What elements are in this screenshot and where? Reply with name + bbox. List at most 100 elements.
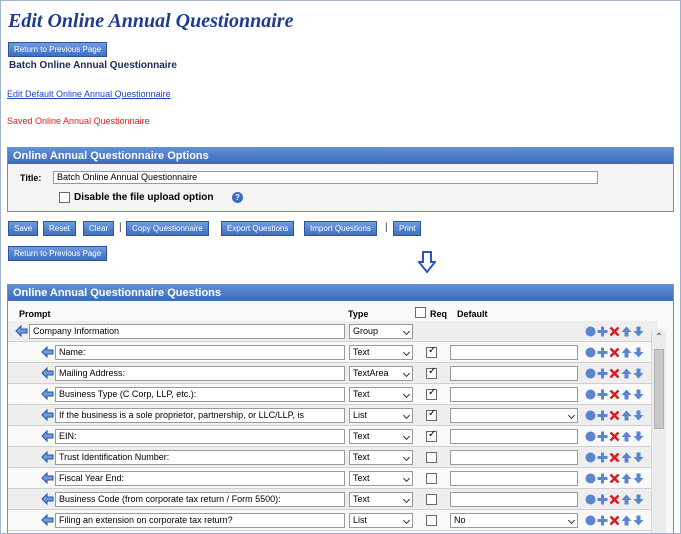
delete-icon[interactable] xyxy=(609,431,620,442)
delete-icon[interactable] xyxy=(609,515,620,526)
prompt-input[interactable]: Trust Identification Number: xyxy=(55,450,345,465)
type-select[interactable]: Text xyxy=(349,345,413,360)
delete-icon[interactable] xyxy=(609,473,620,484)
required-checkbox[interactable] xyxy=(426,345,437,358)
default-input[interactable] xyxy=(450,429,578,444)
move-icon[interactable] xyxy=(585,431,596,442)
delete-icon[interactable] xyxy=(609,452,620,463)
move-down-icon[interactable] xyxy=(633,494,644,505)
required-checkbox[interactable] xyxy=(426,494,437,505)
move-down-icon[interactable] xyxy=(633,389,644,400)
title-input[interactable]: Batch Online Annual Questionnaire xyxy=(53,171,598,184)
move-down-icon[interactable] xyxy=(633,515,644,526)
help-icon[interactable]: ? xyxy=(232,192,243,203)
add-icon[interactable] xyxy=(597,452,608,463)
default-select[interactable]: No xyxy=(450,513,578,528)
add-icon[interactable] xyxy=(597,473,608,484)
indent-arrow-icon[interactable] xyxy=(41,408,54,425)
delete-icon[interactable] xyxy=(609,494,620,505)
default-input[interactable] xyxy=(450,366,578,381)
required-checkbox[interactable] xyxy=(426,429,437,442)
add-icon[interactable] xyxy=(597,368,608,379)
prompt-input[interactable]: Fiscal Year End: xyxy=(55,471,345,486)
indent-arrow-icon[interactable] xyxy=(41,471,54,488)
save-button[interactable]: Save xyxy=(8,221,39,236)
move-down-icon[interactable] xyxy=(633,452,644,463)
type-select[interactable]: List xyxy=(349,408,413,423)
add-icon[interactable] xyxy=(597,494,608,505)
export-questions-button[interactable]: Export Questions xyxy=(221,221,295,236)
move-down-icon[interactable] xyxy=(633,347,644,358)
type-select[interactable]: Text xyxy=(349,387,413,402)
delete-icon[interactable] xyxy=(609,347,620,358)
move-icon[interactable] xyxy=(585,410,596,421)
default-input[interactable] xyxy=(450,345,578,360)
type-select[interactable]: List xyxy=(349,513,413,528)
move-down-icon[interactable] xyxy=(633,431,644,442)
add-icon[interactable] xyxy=(597,410,608,421)
indent-arrow-icon[interactable] xyxy=(41,387,54,404)
indent-arrow-icon[interactable] xyxy=(41,429,54,446)
required-checkbox[interactable] xyxy=(426,366,437,379)
required-checkbox[interactable] xyxy=(426,515,437,526)
print-button[interactable]: Print xyxy=(393,221,422,236)
move-icon[interactable] xyxy=(585,515,596,526)
add-icon[interactable] xyxy=(597,326,608,337)
default-input[interactable] xyxy=(450,492,578,507)
type-select[interactable]: TextArea xyxy=(349,366,413,381)
reset-button[interactable]: Reset xyxy=(43,221,76,236)
move-icon[interactable] xyxy=(585,368,596,379)
type-select[interactable]: Text xyxy=(349,492,413,507)
prompt-input[interactable]: Filing an extension on corporate tax ret… xyxy=(55,513,345,528)
move-icon[interactable] xyxy=(585,389,596,400)
delete-icon[interactable] xyxy=(609,410,620,421)
edit-default-questionnaire-link[interactable]: Edit Default Online Annual Questionnaire xyxy=(7,89,171,99)
type-select[interactable]: Text xyxy=(349,429,413,444)
add-icon[interactable] xyxy=(597,515,608,526)
return-to-previous-page-button-2[interactable]: Return to Previous Page xyxy=(8,246,108,261)
prompt-input[interactable]: Mailing Address: xyxy=(55,366,345,381)
prompt-input[interactable]: Business Type (C Corp, LLP, etc.): xyxy=(55,387,345,402)
move-up-icon[interactable] xyxy=(621,347,632,358)
move-icon[interactable] xyxy=(585,326,596,337)
type-select[interactable]: Text xyxy=(349,450,413,465)
default-input[interactable] xyxy=(450,471,578,486)
default-input[interactable] xyxy=(450,450,578,465)
prompt-input[interactable]: EIN: xyxy=(55,429,345,444)
move-up-icon[interactable] xyxy=(621,326,632,337)
move-up-icon[interactable] xyxy=(621,473,632,484)
indent-arrow-icon[interactable] xyxy=(41,366,54,383)
copy-questionnaire-button[interactable]: Copy Questionnaire xyxy=(126,221,209,236)
scroll-up-icon[interactable]: ⌃ xyxy=(652,331,666,345)
move-icon[interactable] xyxy=(585,494,596,505)
required-checkbox[interactable] xyxy=(426,387,437,400)
required-checkbox[interactable] xyxy=(426,452,437,463)
move-down-icon[interactable] xyxy=(633,368,644,379)
type-select[interactable]: Group xyxy=(349,324,413,339)
clear-button[interactable]: Clear xyxy=(83,221,115,236)
delete-icon[interactable] xyxy=(609,389,620,400)
move-up-icon[interactable] xyxy=(621,452,632,463)
move-up-icon[interactable] xyxy=(621,389,632,400)
prompt-input[interactable]: Name: xyxy=(55,345,345,360)
indent-arrow-icon[interactable] xyxy=(41,450,54,467)
indent-arrow-icon[interactable] xyxy=(41,345,54,362)
move-up-icon[interactable] xyxy=(621,410,632,421)
add-icon[interactable] xyxy=(597,347,608,358)
delete-icon[interactable] xyxy=(609,326,620,337)
import-questions-button[interactable]: Import Questions xyxy=(304,221,377,236)
default-select[interactable] xyxy=(450,408,578,423)
move-up-icon[interactable] xyxy=(621,515,632,526)
indent-arrow-icon[interactable] xyxy=(41,513,54,530)
scroll-thumb[interactable] xyxy=(654,349,664,429)
type-select[interactable]: Text xyxy=(349,471,413,486)
disable-upload-checkbox[interactable] xyxy=(59,192,70,203)
prompt-input[interactable]: Company Information xyxy=(29,324,345,339)
prompt-input[interactable]: If the business is a sole proprietor, pa… xyxy=(55,408,345,423)
move-down-icon[interactable] xyxy=(633,410,644,421)
delete-icon[interactable] xyxy=(609,368,620,379)
move-up-icon[interactable] xyxy=(621,431,632,442)
move-icon[interactable] xyxy=(585,347,596,358)
move-up-icon[interactable] xyxy=(621,494,632,505)
move-up-icon[interactable] xyxy=(621,368,632,379)
